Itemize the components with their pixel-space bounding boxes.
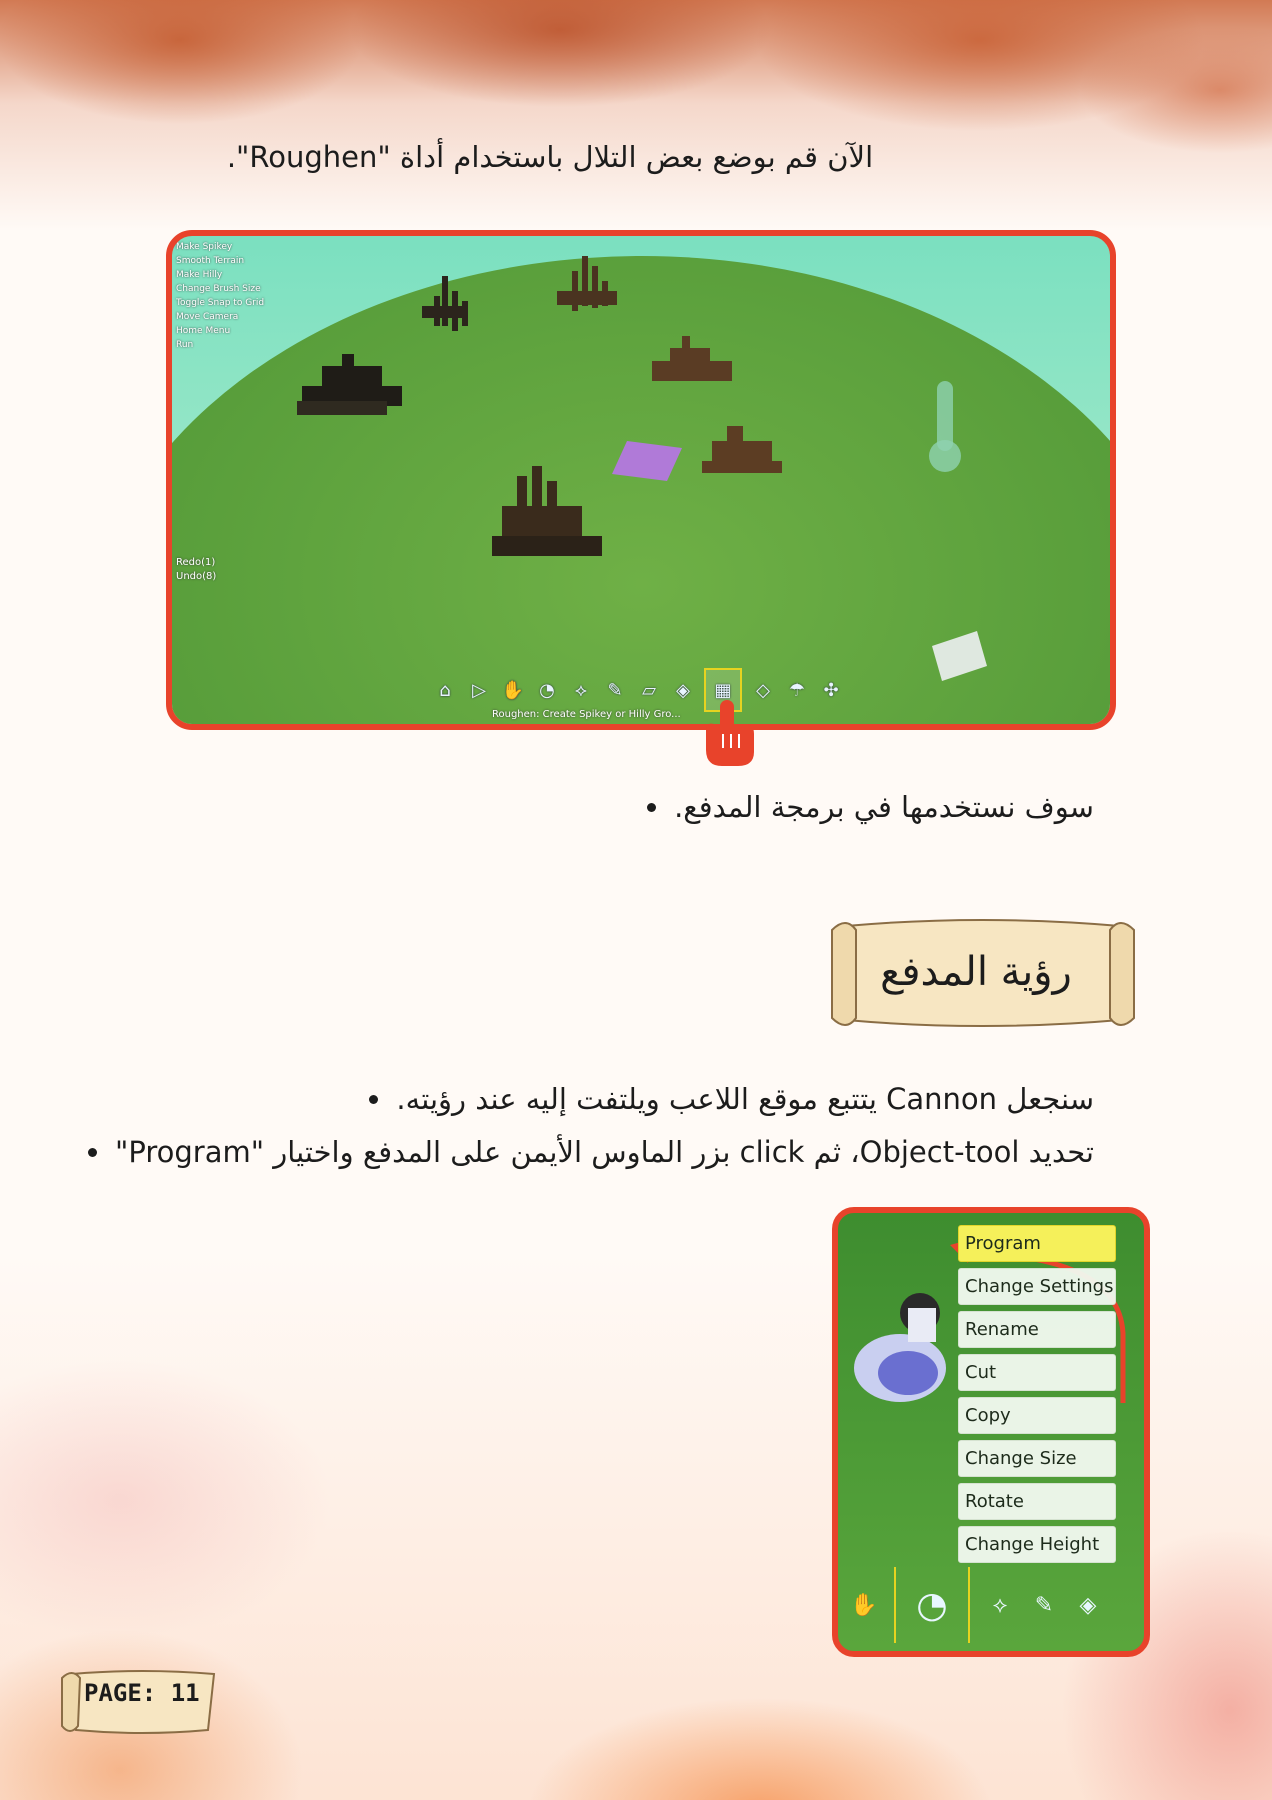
world-settings-icon[interactable]: ✣: [818, 677, 844, 703]
menu-item-rename[interactable]: Rename: [958, 1311, 1116, 1348]
bullet-item: سنجعل Cannon يتتبع موقع اللاعب ويلتفت إل…: [369, 1082, 1094, 1116]
hand-icon[interactable]: ✋: [500, 677, 526, 703]
hand-icon[interactable]: ✋: [850, 1591, 878, 1619]
help-list: Make Spikey Smooth Terrain Make Hilly Ch…: [176, 240, 264, 352]
bullet-dot: [369, 1094, 379, 1104]
help-item: Change Brush Size: [176, 284, 261, 294]
context-menu: Program Change Settings Rename Cut Copy …: [958, 1225, 1116, 1563]
bullet-item: سوف نستخدمها في برمجة المدفع.: [647, 790, 1094, 824]
bullet-dot: [88, 1147, 98, 1157]
bullet-text: سنجعل Cannon يتتبع موقع اللاعب ويلتفت إل…: [396, 1082, 1094, 1116]
section-heading: رؤية المدفع: [880, 949, 1072, 995]
menu-item-cut[interactable]: Cut: [958, 1354, 1116, 1391]
bullet-text: تحديد Object-tool، ثم click بزر الماوس ا…: [115, 1135, 1094, 1169]
watercolor-wash-top: [0, 0, 1272, 230]
redo-label: Redo(1): [176, 557, 216, 568]
bullet-dot: [647, 802, 657, 812]
play-icon[interactable]: ▷: [466, 677, 492, 703]
add-ground-icon[interactable]: ◈: [1074, 1591, 1102, 1619]
magic-brush-icon[interactable]: ☂: [784, 677, 810, 703]
paint-terrain-icon[interactable]: ✎: [602, 677, 628, 703]
object-tool-icon[interactable]: ◔: [894, 1567, 970, 1643]
path-icon[interactable]: ⟡: [986, 1591, 1014, 1619]
terrain-screenshot: Make Spikey Smooth Terrain Make Hilly Ch…: [166, 230, 1116, 730]
undo-list: Redo(1) Undo(8): [176, 556, 216, 584]
add-ground-icon[interactable]: ◈: [670, 677, 696, 703]
tool-caption: Roughen: Create Spikey or Hilly Gro...: [492, 709, 681, 720]
page-number: PAGE: 11: [84, 1679, 200, 1707]
help-item: Smooth Terrain: [176, 256, 245, 266]
help-item: Toggle Snap to Grid: [176, 298, 265, 308]
path-icon[interactable]: ⟡: [568, 677, 594, 703]
menu-item-change-height[interactable]: Change Height: [958, 1526, 1116, 1563]
menu-item-rotate[interactable]: Rotate: [958, 1483, 1116, 1520]
pointing-hand-icon: [706, 700, 754, 766]
home-icon[interactable]: ⌂: [432, 677, 458, 703]
intro-text: الآن قم بوضع بعض التلال باستخدام أداة "R…: [226, 140, 874, 174]
flatten-icon[interactable]: ▱: [636, 677, 662, 703]
bullet-text: سوف نستخدمها في برمجة المدفع.: [674, 790, 1094, 824]
menu-item-change-settings[interactable]: Change Settings: [958, 1268, 1116, 1305]
object-toolbar: ✋ ◔ ⟡ ✎ ◈: [850, 1567, 1102, 1643]
help-item: Make Spikey: [176, 242, 233, 252]
help-item: Run: [176, 340, 194, 350]
help-item: Move Camera: [176, 312, 239, 322]
menu-item-program[interactable]: Program: [958, 1225, 1116, 1262]
context-menu-screenshot: Program Change Settings Rename Cut Copy …: [832, 1207, 1150, 1657]
terrain-toolbar: ⌂ ▷ ✋ ◔ ⟡ ✎ ▱ ◈ ▦ ◇ ☂ ✣: [432, 668, 844, 712]
help-item: Make Hilly: [176, 270, 223, 280]
object-tool-icon[interactable]: ◔: [534, 677, 560, 703]
menu-item-change-size[interactable]: Change Size: [958, 1440, 1116, 1477]
help-item: Home Menu: [176, 326, 231, 336]
undo-label: Undo(8): [176, 571, 217, 582]
terrain-scene: [172, 256, 1110, 724]
menu-item-copy[interactable]: Copy: [958, 1397, 1116, 1434]
bullet-item: تحديد Object-tool، ثم click بزر الماوس ا…: [88, 1135, 1094, 1169]
paint-terrain-icon[interactable]: ✎: [1030, 1591, 1058, 1619]
